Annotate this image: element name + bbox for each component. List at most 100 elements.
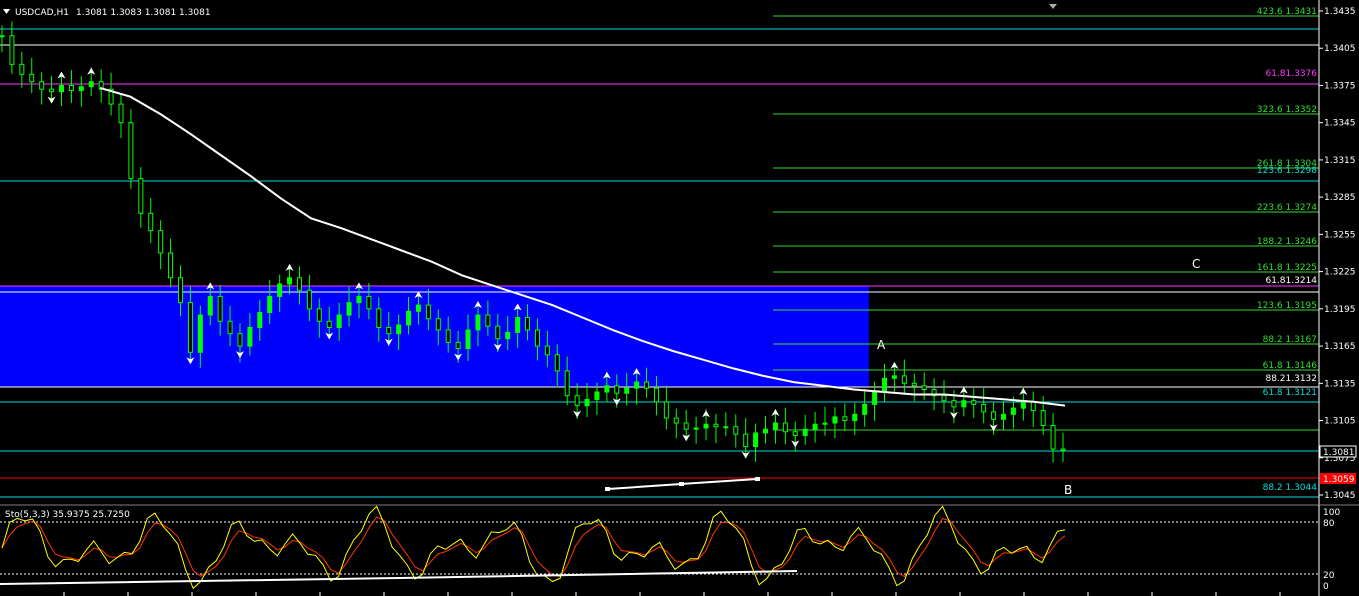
candle-body (475, 314, 481, 331)
price-tick-label: 1.3315 (1324, 156, 1356, 166)
candle-body (624, 387, 630, 394)
fib-label: 223.6 1.3274 (1257, 203, 1317, 213)
candle-body (9, 35, 15, 65)
candle-body (376, 308, 382, 328)
stoch-tick-80: 80 (1323, 519, 1335, 529)
candle-body (911, 382, 917, 387)
candle-body (921, 385, 927, 391)
candle-body (1060, 448, 1066, 451)
candle-body (634, 381, 640, 389)
candle-body (366, 295, 372, 310)
fib-label: 61.81.3214 (1265, 276, 1317, 286)
fib-label: 61.81.3376 (1265, 69, 1317, 79)
price-tick-label: 1.3375 (1324, 81, 1356, 91)
candle-body (346, 302, 352, 316)
candle-body (138, 178, 144, 214)
price-chart[interactable]: 423.6 1.343161.81.3376323.6 1.3352261.8 … (0, 0, 1359, 596)
wave-label-b: B (1064, 483, 1072, 497)
candle-body (812, 423, 818, 430)
candle-body (832, 416, 838, 424)
candle-body (772, 422, 778, 430)
price-tick-label: 1.3345 (1324, 119, 1356, 129)
candle-body (485, 314, 491, 327)
candle-body (981, 403, 987, 413)
trendline-handle[interactable] (679, 482, 684, 486)
candle-body (1050, 425, 1056, 450)
trendline-handle[interactable] (605, 487, 610, 491)
candle-body (88, 81, 94, 88)
candle-body (763, 428, 769, 434)
candle-body (852, 413, 858, 422)
candle-body (842, 416, 848, 422)
price-tick-label: 1.3045 (1324, 491, 1356, 501)
candle-body (0, 35, 5, 38)
price-tick-label: 1.3435 (1324, 7, 1356, 17)
candle-body (961, 400, 967, 408)
candle-body (594, 391, 600, 400)
candle-body (168, 252, 174, 279)
candle-body (207, 295, 213, 316)
trendline-handle[interactable] (755, 477, 760, 481)
candle-body (396, 324, 402, 335)
candle-body (703, 423, 709, 429)
candle-body (118, 103, 124, 124)
candle-body (673, 417, 679, 424)
candle-body (525, 317, 531, 331)
candle-body (991, 411, 997, 420)
candle-body (515, 317, 521, 333)
candle-body (406, 310, 412, 326)
fib-label: 88.21.3132 (1265, 374, 1317, 384)
candle-body (753, 432, 759, 448)
candle-body (1030, 401, 1036, 412)
candle-body (247, 326, 253, 347)
candle-body (713, 423, 719, 428)
candle-body (257, 312, 263, 328)
candle-body (296, 277, 302, 291)
candle-body (802, 428, 808, 436)
candle-body (743, 433, 749, 448)
price-tick-label: 1.3405 (1324, 44, 1356, 54)
candle-body (1040, 410, 1046, 427)
candle-body (58, 84, 64, 93)
price-tick-label: 1.3225 (1324, 268, 1356, 278)
blue-zone (0, 286, 869, 387)
candle-body (465, 329, 471, 350)
candle-body (544, 345, 550, 356)
candle-body (584, 398, 590, 407)
fib-label: 123.6 1.3195 (1257, 301, 1317, 311)
candle-body (891, 375, 897, 379)
candle-body (68, 84, 74, 91)
wave-label-c: C (1192, 257, 1200, 271)
candle-body (733, 426, 739, 435)
candle-body (227, 320, 233, 335)
candle-body (554, 354, 560, 372)
fib-label: 188.2 1.3246 (1257, 237, 1317, 247)
candle-body (435, 318, 441, 331)
wave-label-a: A (877, 338, 886, 352)
fib-label: 88.2 1.3167 (1263, 335, 1317, 345)
candle-body (197, 314, 203, 353)
fib-label: 123.6 1.3298 (1257, 166, 1317, 176)
candle-body (782, 422, 788, 433)
fib-label: 61.8 1.3146 (1263, 361, 1318, 371)
candle-body (267, 295, 273, 314)
price-tick-label: 1.3255 (1324, 230, 1356, 240)
candle-body (693, 427, 699, 430)
candle-body (644, 381, 650, 389)
candle-body (901, 375, 907, 384)
price-tick-label: 1.3165 (1324, 342, 1356, 352)
candle-body (39, 81, 45, 90)
candle-body (78, 86, 84, 91)
candle-body (237, 333, 243, 347)
candle-body (455, 341, 461, 350)
symbol-label: USDCAD,H1 (15, 8, 69, 18)
candle-body (495, 325, 501, 340)
candle-body (862, 403, 868, 415)
candle-body (158, 230, 164, 254)
red-marker-label: 1.3059 (1323, 475, 1355, 485)
fib-label: 423.6 1.3431 (1257, 7, 1317, 17)
candle-body (336, 314, 342, 328)
candle-body (356, 295, 362, 304)
candle-body (1001, 413, 1007, 420)
price-tick-label: 1.3105 (1324, 417, 1356, 427)
